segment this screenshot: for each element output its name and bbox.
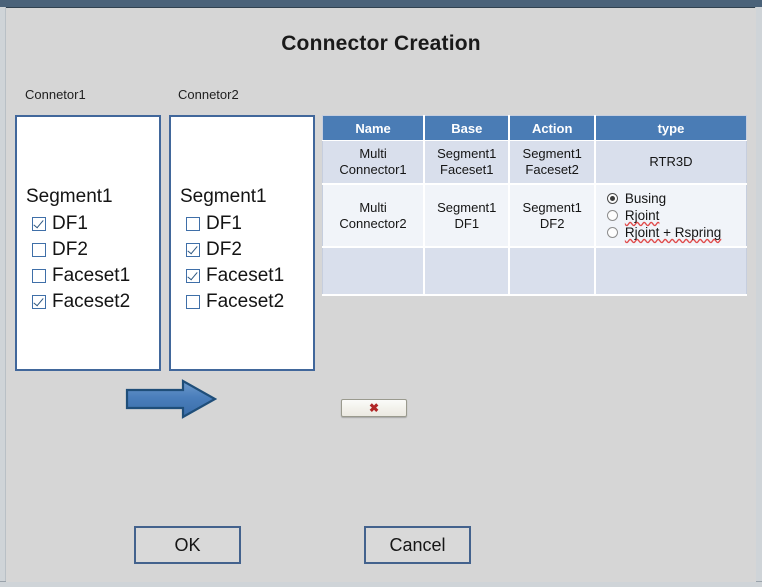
- cell-line: DF2: [539, 215, 565, 231]
- tree-node-label: Faceset1: [206, 265, 285, 286]
- column-header-type[interactable]: type: [594, 115, 747, 141]
- cell-line: Multi: [359, 199, 387, 215]
- cell-action: [509, 247, 596, 296]
- dialog-content: Connector Creation Connetor1 Connetor2 S…: [6, 8, 756, 582]
- tree-node-label: DF2: [206, 239, 242, 260]
- window-frame-right: [755, 7, 762, 587]
- tree-node[interactable]: DF1: [180, 211, 311, 237]
- connector-table: Name Base Action type Multi Connector1 S…: [322, 115, 747, 296]
- cell-line: Faceset2: [525, 162, 579, 177]
- checkbox-unchecked-icon[interactable]: [186, 217, 200, 231]
- column-header-name[interactable]: Name: [322, 115, 426, 141]
- tree-node[interactable]: Faceset2: [26, 289, 157, 315]
- checkbox-unchecked-icon[interactable]: [32, 243, 46, 257]
- cell-type: [594, 247, 747, 296]
- tree-root-label: Segment1: [26, 186, 113, 207]
- column-header-base[interactable]: Base: [424, 115, 511, 141]
- cell-type: Busing Rjoint Rjoint + Rspring: [594, 184, 747, 248]
- table-row-empty[interactable]: [322, 247, 747, 296]
- radio-option-busing[interactable]: Busing: [606, 190, 743, 207]
- checkbox-checked-icon[interactable]: [186, 269, 200, 283]
- tree-root-label: Segment1: [180, 186, 267, 207]
- tree-node-label: Faceset1: [52, 265, 131, 286]
- cell-action: Segment1 Faceset2: [509, 140, 596, 185]
- tree-node[interactable]: DF2: [26, 237, 157, 263]
- radio-selected-icon[interactable]: [606, 193, 618, 204]
- table-header: Name Base Action type: [322, 115, 747, 141]
- cell-line: Connector2: [339, 215, 407, 231]
- radio-option-rjoint-rspring[interactable]: Rjoint + Rspring: [606, 224, 743, 241]
- tree-node[interactable]: Faceset1: [180, 263, 311, 289]
- tree-node[interactable]: DF1: [26, 211, 157, 237]
- cell-base: Segment1 Faceset1: [424, 140, 511, 185]
- tree-node-label: DF1: [52, 213, 88, 234]
- checkbox-unchecked-icon[interactable]: [32, 269, 46, 283]
- window-titlebar: [0, 0, 762, 8]
- checkbox-checked-icon[interactable]: [186, 243, 200, 257]
- connector-creation-dialog: Connector Creation Connetor1 Connetor2 S…: [0, 0, 762, 587]
- tree-node[interactable]: DF2: [180, 237, 311, 263]
- checkbox-unchecked-icon[interactable]: [186, 295, 200, 309]
- connector1-tree: Segment1 DF1 DF2 Faceset1 Faceset2: [26, 184, 157, 315]
- cell-line: Multi: [359, 146, 387, 161]
- radio-option-rjoint[interactable]: Rjoint: [606, 207, 743, 224]
- connector1-caption: Connetor1: [25, 87, 86, 102]
- radio-label: Rjoint: [624, 208, 660, 223]
- checkbox-checked-icon[interactable]: [32, 295, 46, 309]
- table-row[interactable]: Multi Connector2 Segment1 DF1 Segment1 D…: [322, 184, 747, 248]
- cancel-button[interactable]: Cancel: [364, 526, 471, 564]
- cell-line: Segment1: [437, 146, 497, 161]
- delete-row-button[interactable]: ✖: [341, 399, 407, 417]
- radio-unselected-icon[interactable]: [606, 210, 618, 221]
- connector2-tree-panel[interactable]: Segment1 DF1 DF2 Faceset1 Faceset2: [169, 115, 315, 371]
- cell-name: Multi Connector1: [322, 140, 426, 185]
- radio-label: Rjoint + Rspring: [624, 225, 722, 240]
- page-title: Connector Creation: [281, 32, 481, 55]
- type-radio-group: Busing Rjoint Rjoint + Rspring: [599, 190, 743, 241]
- checkbox-checked-icon[interactable]: [32, 217, 46, 231]
- connector2-caption: Connetor2: [178, 87, 239, 102]
- column-header-action[interactable]: Action: [509, 115, 596, 141]
- tree-node[interactable]: Faceset2: [180, 289, 311, 315]
- cell-type: RTR3D: [594, 140, 747, 185]
- table-row[interactable]: Multi Connector1 Segment1 Faceset1 Segme…: [322, 140, 747, 185]
- cell-line: Segment1: [522, 199, 582, 215]
- cell-line: DF1: [454, 215, 480, 231]
- cell-name: [322, 247, 426, 296]
- tree-node-label: DF1: [206, 213, 242, 234]
- ok-button[interactable]: OK: [134, 526, 241, 564]
- connector2-tree: Segment1 DF1 DF2 Faceset1 Faceset2: [180, 184, 311, 315]
- cell-line: Segment1: [437, 199, 497, 215]
- cell-line: Segment1: [522, 146, 582, 161]
- cell-line: Faceset1: [440, 162, 494, 177]
- close-icon: ✖: [368, 401, 380, 415]
- tree-node[interactable]: Faceset1: [26, 263, 157, 289]
- tree-node-label: Faceset2: [52, 291, 131, 312]
- connector1-tree-panel[interactable]: Segment1 DF1 DF2 Faceset1 Faceset2: [15, 115, 161, 371]
- radio-label: Busing: [624, 191, 667, 206]
- cell-base: [424, 247, 511, 296]
- radio-unselected-icon[interactable]: [606, 227, 618, 238]
- tree-node-label: DF2: [52, 239, 88, 260]
- table-body: Multi Connector1 Segment1 Faceset1 Segme…: [322, 140, 747, 296]
- cell-name: Multi Connector2: [322, 184, 426, 248]
- cell-action: Segment1 DF2: [509, 184, 596, 248]
- cell-base: Segment1 DF1: [424, 184, 511, 248]
- cell-line: Connector1: [339, 162, 407, 177]
- table-header-row: Name Base Action type: [322, 115, 747, 141]
- tree-node-label: Faceset2: [206, 291, 285, 312]
- transfer-arrow-right-icon[interactable]: [125, 379, 218, 419]
